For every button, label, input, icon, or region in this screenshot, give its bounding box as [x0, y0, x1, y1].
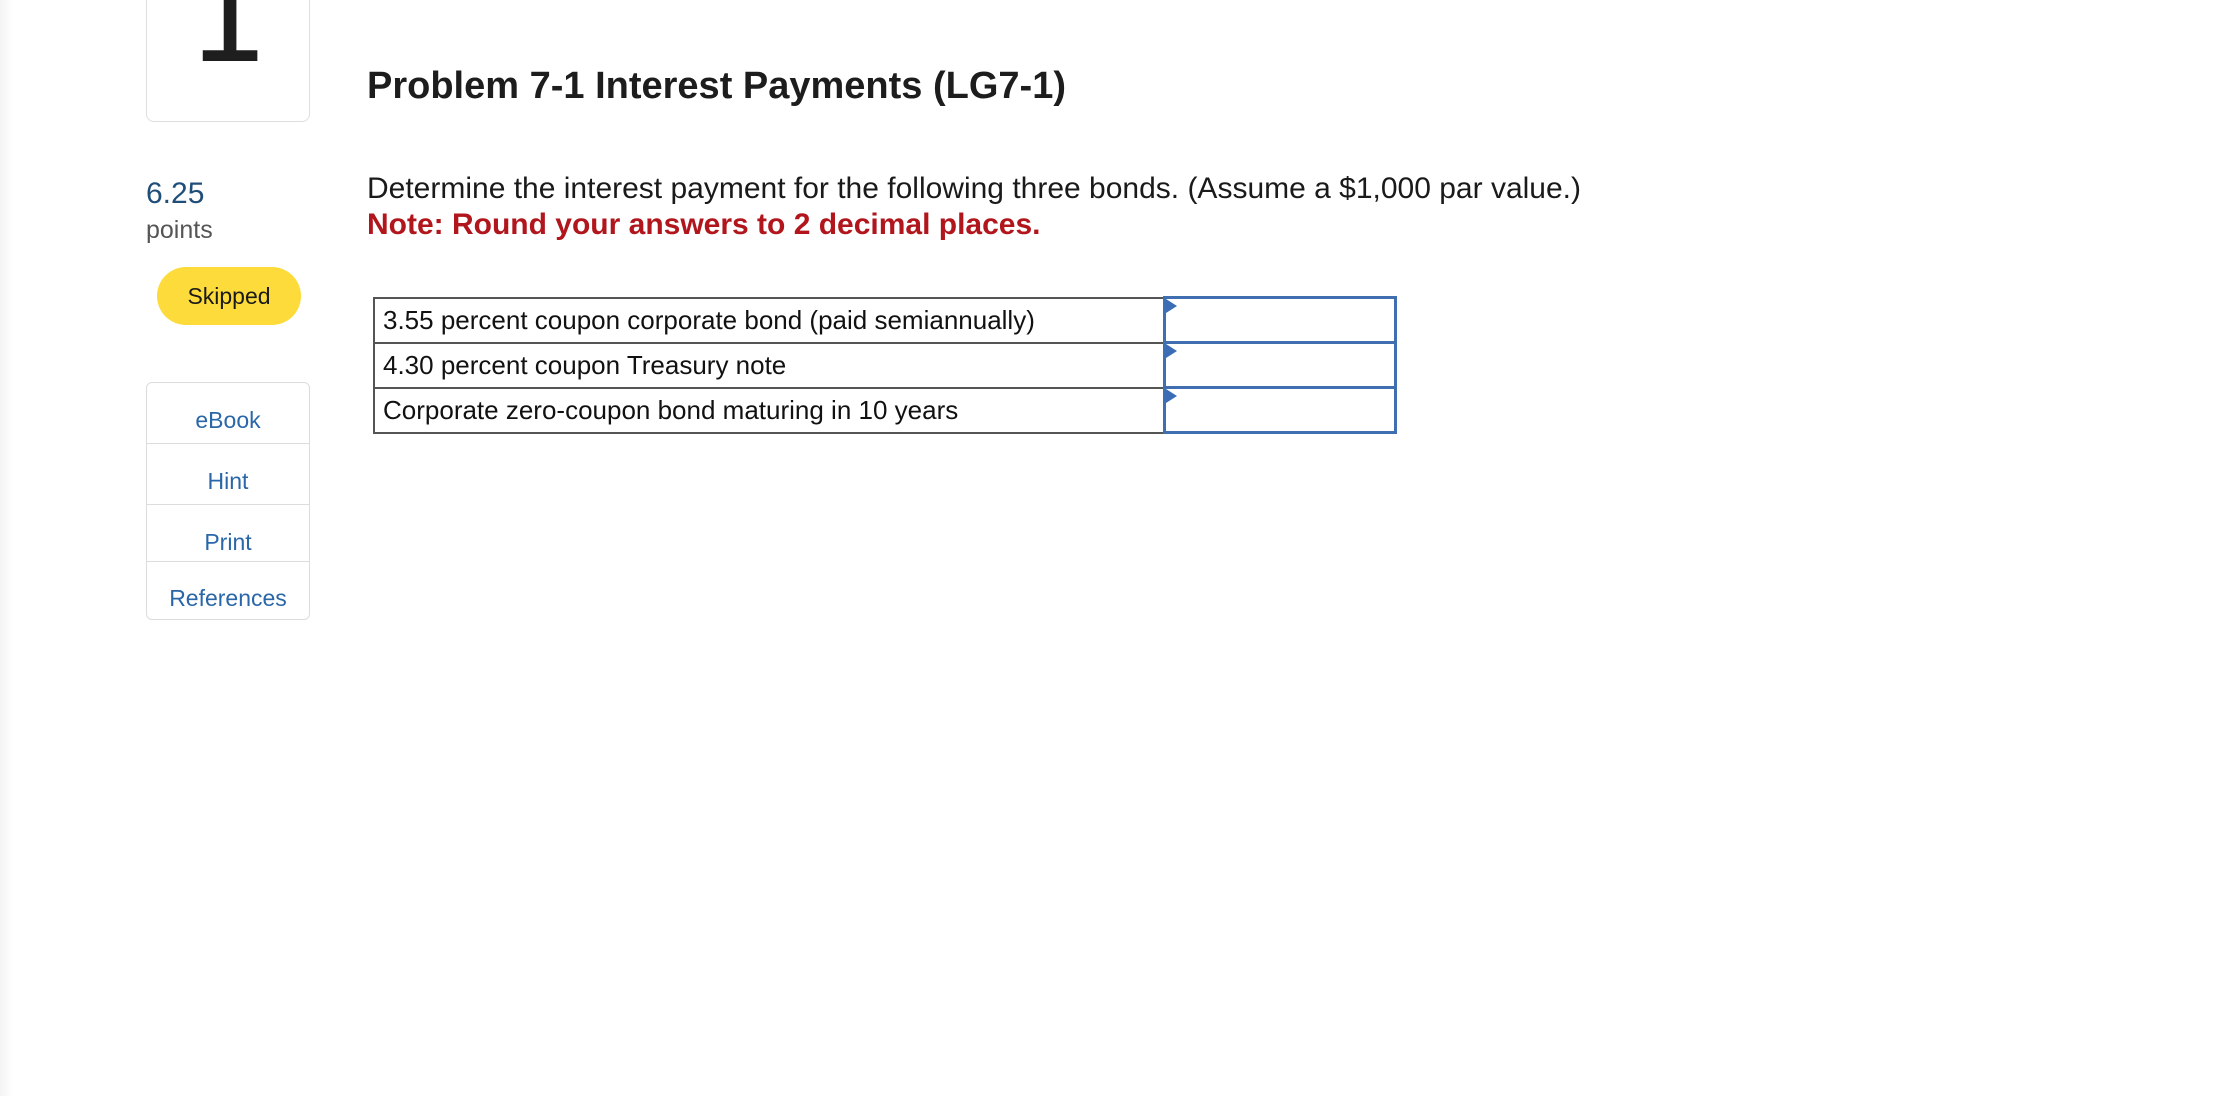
references-link[interactable]: References [147, 583, 309, 613]
row-label: 3.55 percent coupon corporate bond (paid… [373, 296, 1166, 344]
question-tools: eBook Hint Print References [146, 382, 310, 620]
answer-cell [1163, 341, 1397, 389]
problem-title: Problem 7-1 Interest Payments (LG7-1) [367, 65, 1066, 107]
print-link[interactable]: Print [147, 527, 309, 557]
table-row: 3.55 percent coupon corporate bond (paid… [373, 296, 1397, 344]
tool-divider [147, 443, 309, 444]
table-row: 4.30 percent coupon Treasury note [373, 341, 1397, 389]
points-value: 6.25 [146, 177, 205, 210]
cell-marker-icon [1166, 344, 1177, 358]
problem-instruction: Determine the interest payment for the f… [367, 172, 1581, 205]
answer-table: 3.55 percent coupon corporate bond (paid… [373, 296, 1397, 434]
question-number: 1 [186, 0, 270, 92]
answer-cell [1163, 296, 1397, 344]
row-label: Corporate zero-coupon bond maturing in 1… [373, 386, 1166, 434]
rounding-note: Note: Round your answers to 2 decimal pl… [367, 208, 1041, 241]
tool-divider [147, 561, 309, 562]
question-number-card: 1 [146, 0, 310, 122]
status-badge: Skipped [157, 267, 301, 325]
table-row: Corporate zero-coupon bond maturing in 1… [373, 386, 1397, 434]
row-label: 4.30 percent coupon Treasury note [373, 341, 1166, 389]
answer-input-1[interactable] [1166, 300, 1394, 340]
cell-marker-icon [1166, 389, 1177, 403]
points-label: points [146, 216, 213, 244]
cell-marker-icon [1166, 299, 1177, 313]
left-gutter [0, 0, 14, 1096]
answer-input-3[interactable] [1166, 390, 1394, 430]
ebook-link[interactable]: eBook [147, 405, 309, 435]
tool-divider [147, 504, 309, 505]
answer-input-2[interactable] [1166, 345, 1394, 385]
hint-link[interactable]: Hint [147, 466, 309, 496]
answer-cell [1163, 386, 1397, 434]
